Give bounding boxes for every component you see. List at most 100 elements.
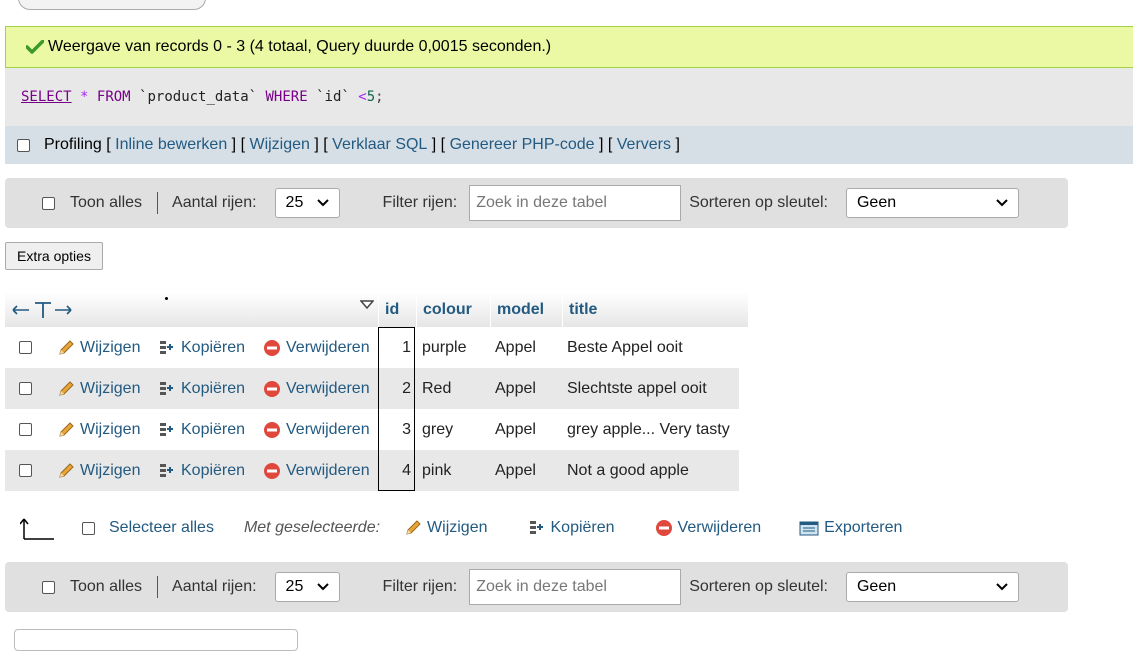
rows-select-value: 25 [285,194,304,211]
cell-model[interactable]: Appel [495,327,536,368]
edit-query-link[interactable]: Wijzigen [249,136,309,154]
row-copy-button[interactable]: Kopiëren [158,327,245,368]
copy-icon [529,521,543,534]
refresh-link[interactable]: Ververs [617,136,671,154]
dropdown-triangle-icon[interactable] [360,300,374,310]
table-row[interactable]: Wijzigen Kopiëren Verwijderen 2 Red Appel Slec… [5,368,739,409]
copy-icon [160,422,173,436]
cell-title[interactable]: Slechtste appel ooit [567,368,707,409]
rows-select[interactable]: 25 [274,572,340,602]
row-checkbox[interactable] [19,464,32,477]
profiling-bar: Profiling [ Inline bewerken ] [ Wijzigen… [5,126,1133,164]
row-delete-label: Verwijderen [286,379,370,397]
row-edit-button[interactable]: Wijzigen [57,450,140,491]
cell-colour[interactable]: purple [422,327,466,368]
column-header-title[interactable]: title [562,292,745,327]
cell-colour[interactable]: Red [422,368,451,409]
sql-query[interactable]: SELECT * FROM `product_data` WHERE `id` … [21,89,384,105]
filter-label: Filter rijen: [382,194,458,211]
select-all-checkbox[interactable] [82,521,95,535]
pencil-icon [406,520,421,535]
bulk-delete-label: Verwijderen [677,519,762,536]
pencil-icon [59,462,74,478]
sort-select[interactable]: Geen [845,188,1019,218]
sort-label: Sorteren op sleutel: [689,194,828,211]
sql-operator: < [358,89,367,105]
table-navigation-top: Toon alles Aantal rijen: 25 Filter rijen… [5,178,1068,228]
pencil-icon [59,421,74,437]
show-all-checkbox[interactable] [42,580,55,594]
sql-query-box: SELECT * FROM `product_data` WHERE `id` … [5,68,1133,126]
bulk-copy-button[interactable]: Kopiëren [528,519,615,537]
profiling-checkbox[interactable] [17,138,30,152]
sort-select[interactable]: Geen [845,572,1019,602]
row-copy-label: Kopiëren [181,461,246,479]
row-checkbox[interactable] [19,341,32,354]
row-copy-label: Kopiëren [181,338,246,356]
bulk-export-button[interactable]: Exporteren [799,519,902,537]
select-all-link[interactable]: Selecteer alles [109,519,214,537]
cell-model[interactable]: Appel [495,450,536,491]
bulk-export-label: Exporteren [824,519,903,536]
dot-marker [165,297,168,300]
bulk-edit-button[interactable]: Wijzigen [404,519,488,537]
row-copy-button[interactable]: Kopiëren [158,450,245,491]
bulk-actions: Selecteer alles Met geselecteerde: Wijzi… [5,506,902,550]
column-arrows-icon[interactable] [11,301,73,319]
cell-colour[interactable]: pink [422,450,451,491]
row-select[interactable] [19,327,32,368]
row-edit-label: Wijzigen [80,338,141,356]
success-message: Weergave van records 0 - 3 (4 totaal, Qu… [48,38,552,55]
inline-edit-link[interactable]: Inline bewerken [115,136,227,154]
show-all-checkbox[interactable] [42,196,55,210]
chevron-down-icon [316,199,329,207]
row-delete-label: Verwijderen [286,338,370,356]
delete-icon [264,462,280,479]
cell-title[interactable]: Beste Appel ooit [567,327,683,368]
row-edit-button[interactable]: Wijzigen [57,368,140,409]
rows-select[interactable]: 25 [274,188,340,218]
row-edit-label: Wijzigen [80,379,141,397]
row-checkbox[interactable] [19,423,32,436]
row-delete-button[interactable]: Verwijderen [263,450,370,491]
sql-where: WHERE [265,89,308,105]
cell-colour[interactable]: grey [422,409,453,450]
row-edit-button[interactable]: Wijzigen [57,327,140,368]
generate-php-link[interactable]: Genereer PHP-code [450,136,595,154]
row-copy-button[interactable]: Kopiëren [158,409,245,450]
table-row[interactable]: Wijzigen Kopiëren Verwijderen 3 grey Appel gre… [5,409,739,450]
sql-from: FROM [96,89,131,105]
cell-title[interactable]: Not a good apple [567,450,689,491]
column-header-model[interactable]: model [490,292,569,327]
copy-icon [160,381,173,395]
row-checkbox[interactable] [19,382,32,395]
filter-input[interactable]: Zoek in deze tabel [469,569,682,605]
chevron-down-icon [316,583,329,591]
row-delete-button[interactable]: Verwijderen [263,409,370,450]
cell-model[interactable]: Appel [495,409,536,450]
row-select[interactable] [19,450,32,491]
with-selected-label: Met geselecteerde: [243,519,381,536]
bulk-delete-button[interactable]: Verwijderen [655,519,762,537]
row-select[interactable] [19,409,32,450]
cell-model[interactable]: Appel [495,368,536,409]
bulk-edit-label: Wijzigen [427,519,488,536]
table-navigation-bottom: Toon alles Aantal rijen: 25 Filter rijen… [5,562,1068,612]
row-select[interactable] [19,368,32,409]
copy-icon [160,340,173,354]
top-tab[interactable] [18,0,206,10]
delete-icon [264,380,280,397]
row-copy-button[interactable]: Kopiëren [158,368,245,409]
filter-input[interactable]: Zoek in deze tabel [469,185,682,221]
delete-icon [264,339,280,356]
partial-panel [14,629,298,651]
cell-title[interactable]: grey apple... Very tasty [567,409,730,450]
table-row[interactable]: Wijzigen Kopiëren Verwijderen 1 purple Appel B… [5,327,739,368]
row-delete-button[interactable]: Verwijderen [263,327,370,368]
extra-options-button[interactable]: Extra opties [5,242,103,270]
row-edit-button[interactable]: Wijzigen [57,409,140,450]
table-row[interactable]: Wijzigen Kopiëren Verwijderen 4 pink Appel Not… [5,450,739,491]
column-header-colour[interactable]: colour [416,292,497,327]
row-delete-button[interactable]: Verwijderen [263,368,370,409]
explain-sql-link[interactable]: Verklaar SQL [332,136,427,154]
